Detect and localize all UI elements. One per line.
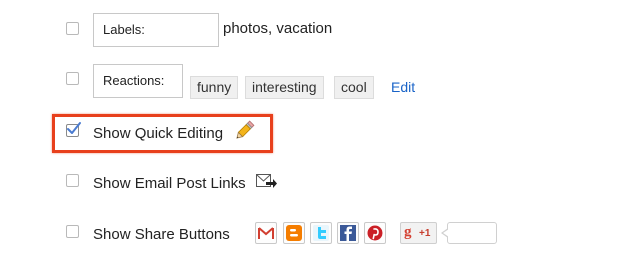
twitter-icon[interactable] [310, 222, 332, 244]
checkmark-icon [67, 122, 81, 134]
google-g-icon: g [404, 224, 412, 240]
reaction-chip-cool: cool [334, 76, 374, 99]
quick-editing-label[interactable]: Show Quick Editing [93, 125, 223, 142]
reaction-chip-interesting: interesting [245, 76, 324, 99]
plus-one-label: +1 [419, 228, 431, 239]
reactions-button[interactable]: Reactions: [93, 64, 183, 98]
share-buttons-checkbox[interactable] [66, 225, 79, 238]
quick-editing-checkbox[interactable] [66, 122, 81, 137]
labels-checkbox[interactable] [66, 22, 79, 35]
facebook-icon[interactable] [337, 222, 359, 244]
email-forward-icon [256, 174, 277, 188]
google-plus-one-button[interactable]: g +1 [400, 222, 437, 244]
email-links-label[interactable]: Show Email Post Links [93, 175, 246, 192]
pinterest-icon[interactable] [364, 222, 386, 244]
labels-button[interactable]: Labels: [93, 13, 219, 47]
plus-one-counter-bubble [447, 222, 497, 244]
share-buttons-label[interactable]: Show Share Buttons [93, 226, 230, 243]
blogger-icon[interactable] [283, 222, 305, 244]
counter-bubble-tip-inner [443, 229, 449, 237]
pencil-icon [236, 120, 255, 139]
gmail-icon[interactable] [255, 222, 277, 244]
reaction-chip-funny: funny [190, 76, 239, 99]
reactions-edit-link[interactable]: Edit [391, 79, 415, 95]
email-links-checkbox[interactable] [66, 174, 79, 187]
reactions-checkbox[interactable] [66, 72, 79, 85]
labels-value: photos, vacation [223, 20, 333, 37]
